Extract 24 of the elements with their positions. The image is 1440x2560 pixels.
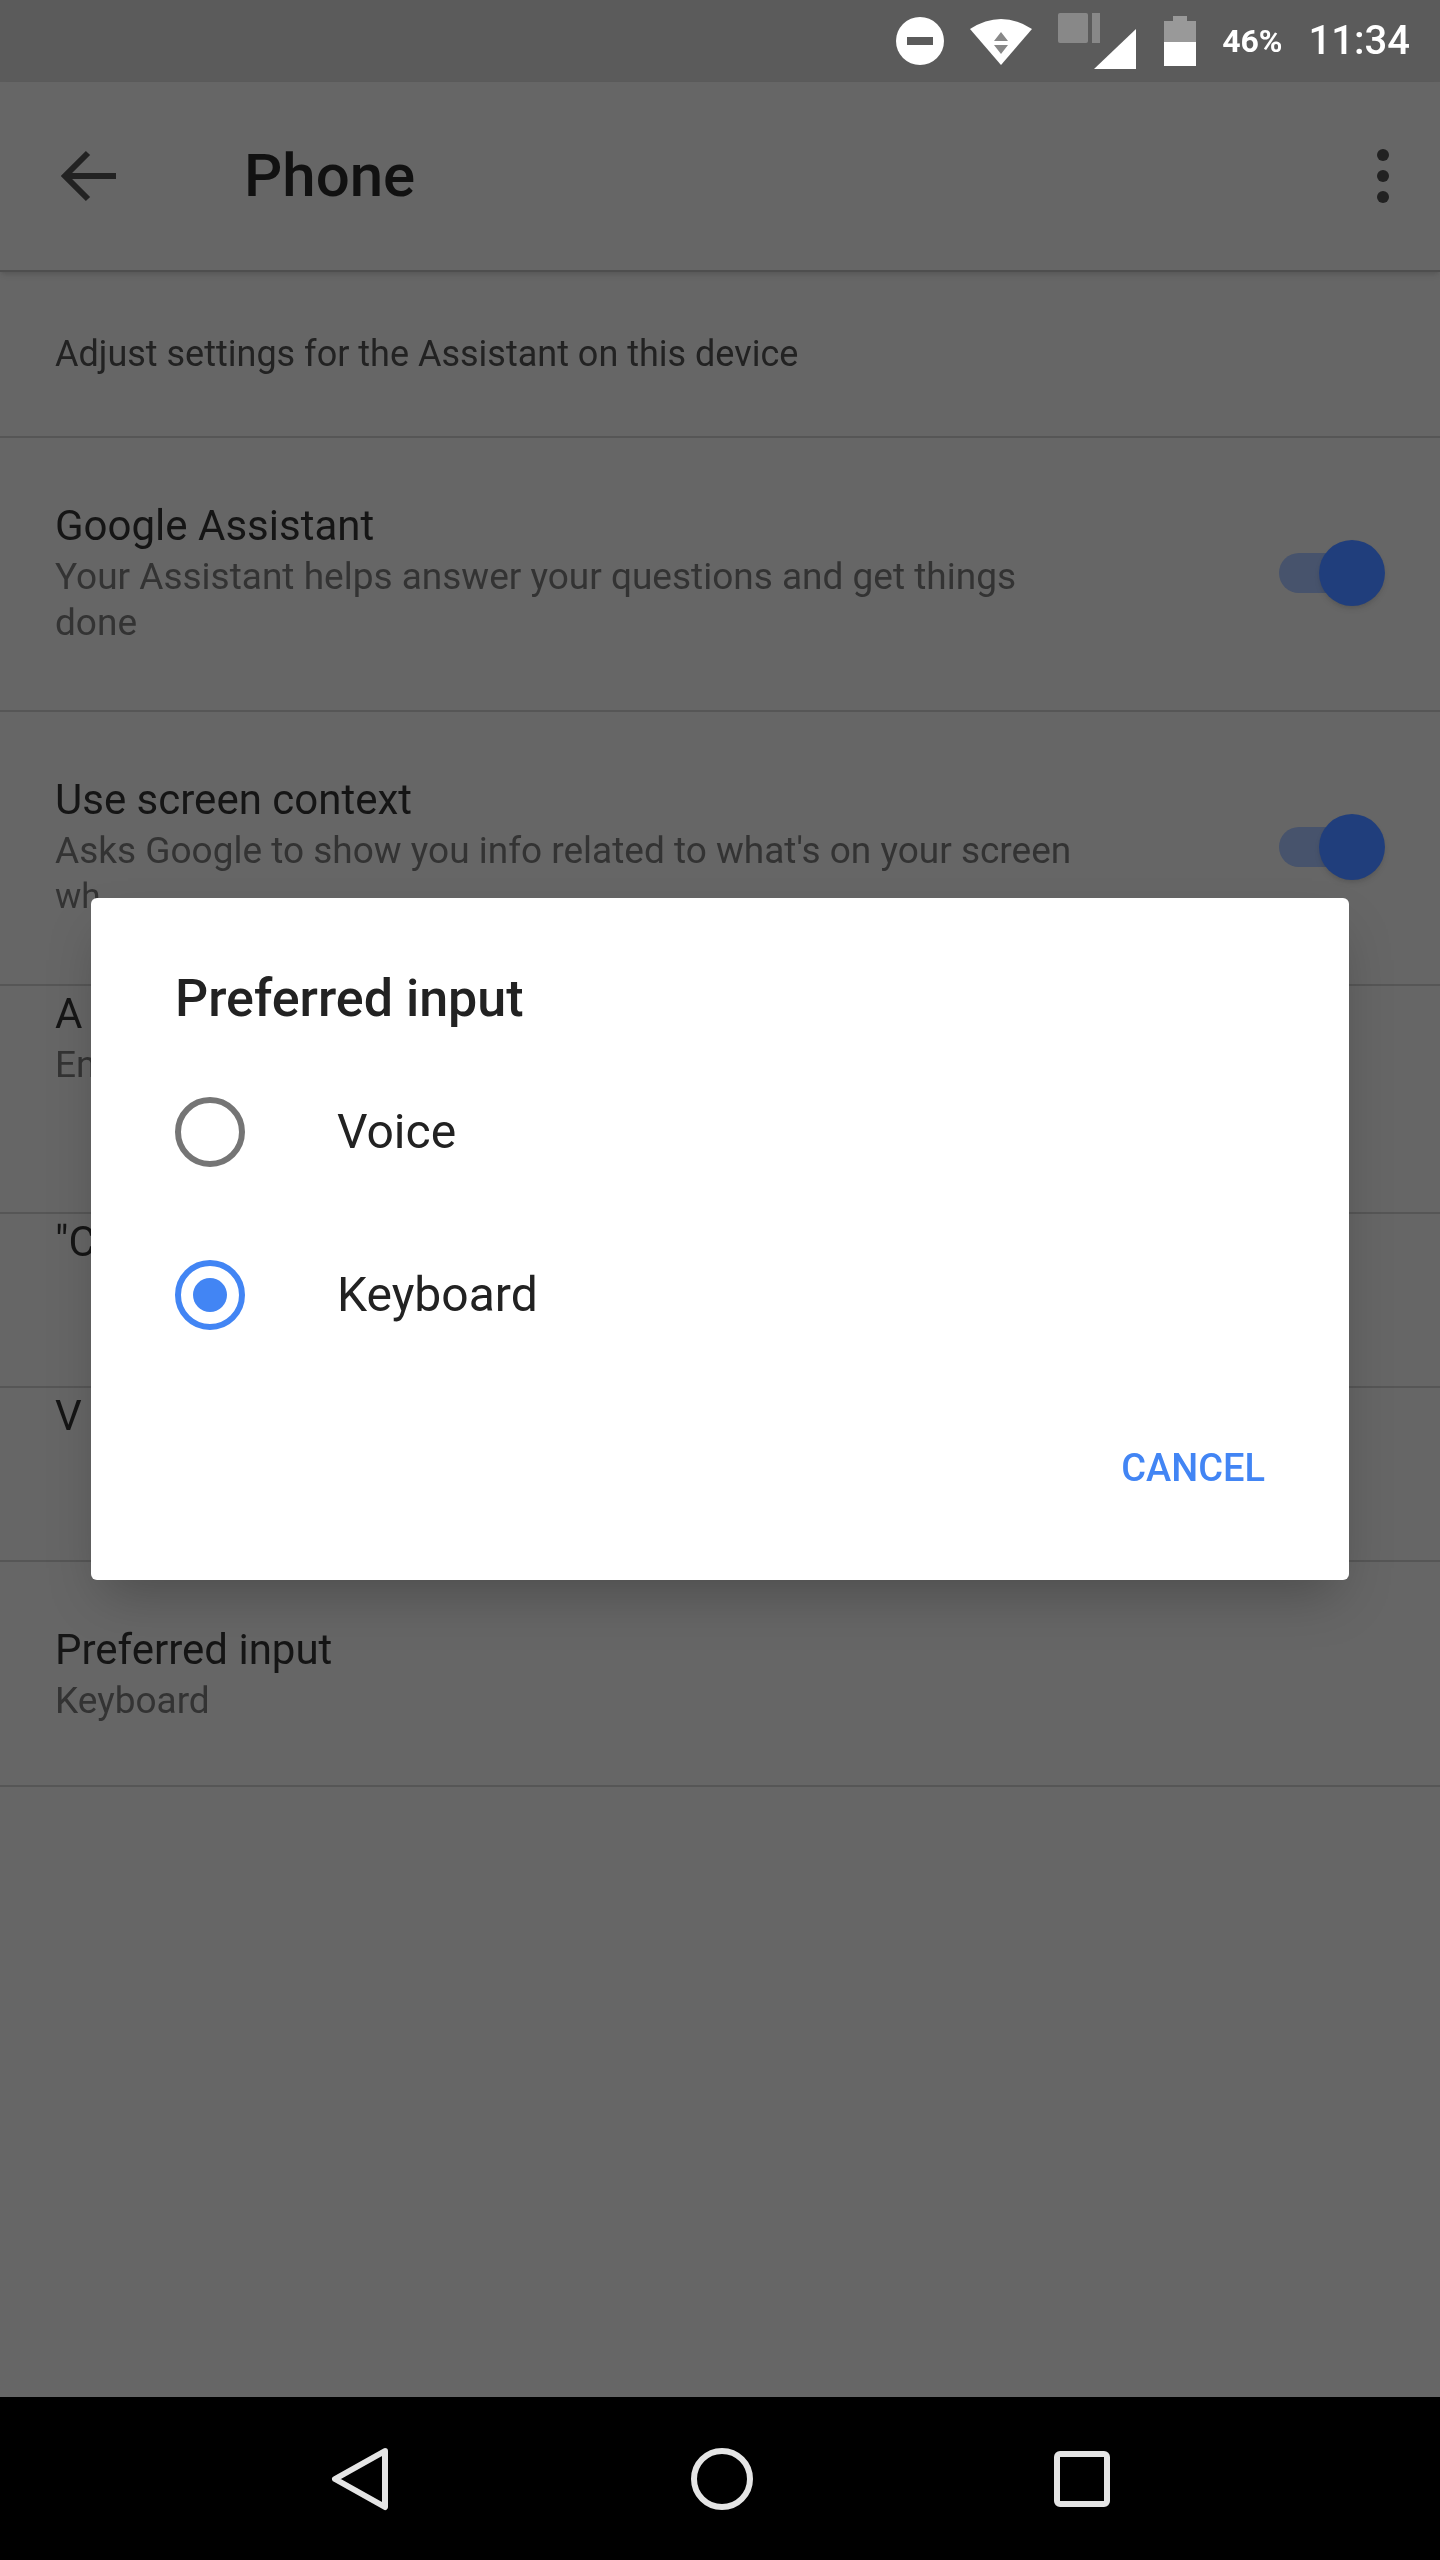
battery-percentage: 46%	[1222, 21, 1283, 62]
dialog-title: Preferred input	[175, 968, 524, 1030]
wifi-icon	[970, 17, 1033, 65]
do-not-disturb-icon	[896, 17, 945, 65]
setting-title: Google Assistant	[55, 500, 375, 552]
back-arrow-icon[interactable]	[60, 149, 118, 203]
radio-label[interactable]: Keyboard	[337, 1258, 538, 1331]
cancel-button[interactable]: CANCEL	[1101, 1426, 1285, 1511]
radio-label[interactable]: Voice	[337, 1095, 457, 1168]
recents-icon[interactable]	[1054, 2450, 1110, 2507]
setting-title: Use screen context	[55, 774, 412, 826]
more-options-icon[interactable]	[1376, 148, 1390, 204]
home-icon[interactable]	[690, 2446, 754, 2511]
description-text: Adjust settings for the Assistant on this device	[55, 332, 799, 377]
app-bar-title: Phone	[244, 139, 416, 213]
signal-icon	[1058, 11, 1139, 71]
setting-title: V	[55, 1390, 82, 1442]
battery-icon	[1164, 16, 1197, 66]
radio-button[interactable]	[175, 1096, 245, 1167]
clock: 11:34	[1308, 16, 1410, 66]
radio-button[interactable]	[175, 1259, 245, 1330]
setting-title: A	[55, 988, 83, 1040]
back-icon[interactable]	[330, 2446, 390, 2511]
setting-title: Preferred input	[55, 1624, 333, 1676]
